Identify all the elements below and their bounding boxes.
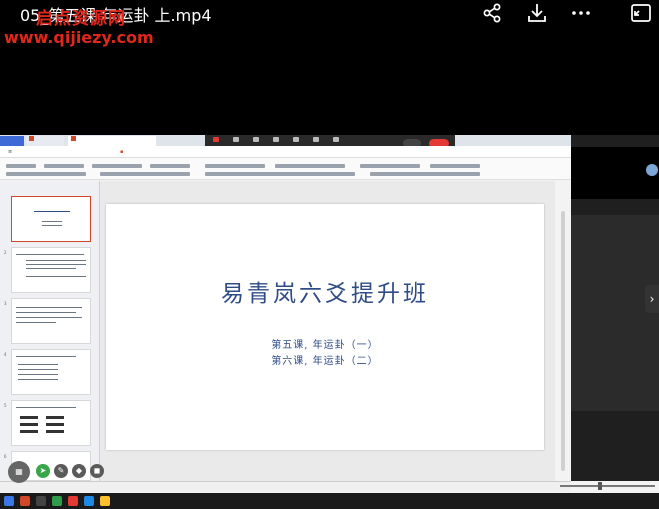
chat-panel: [571, 215, 659, 411]
app-icon[interactable]: [100, 496, 110, 506]
ribbon-group[interactable]: [205, 164, 265, 168]
chat-button[interactable]: [287, 137, 305, 143]
slide-thumbnail-5[interactable]: [11, 400, 91, 446]
slide-thumbnail-2[interactable]: [11, 247, 91, 293]
tab-home[interactable]: [0, 136, 24, 146]
windows-taskbar: [0, 493, 659, 509]
ribbon-group[interactable]: [92, 164, 142, 168]
more-apps-button[interactable]: [327, 137, 345, 143]
app-icon[interactable]: [20, 496, 30, 506]
start-icon[interactable]: [4, 496, 14, 506]
ribbon-group[interactable]: [275, 164, 345, 168]
exit-fullscreen-icon[interactable]: [630, 2, 652, 24]
pointer-icon[interactable]: ➤: [36, 464, 50, 478]
slide-editing-canvas: 易青岚六爻提升班 第五课, 年运卦（一） 第六课, 年运卦（二）: [100, 181, 555, 481]
pen-icon[interactable]: ✎: [54, 464, 68, 478]
ribbon-group[interactable]: [360, 164, 420, 168]
zoom-slider[interactable]: [560, 485, 655, 487]
slide-thumbnail-3[interactable]: [11, 298, 91, 344]
app-icon[interactable]: [84, 496, 94, 506]
eraser-icon[interactable]: ◼: [90, 464, 104, 478]
zoom-slider-knob[interactable]: [598, 482, 602, 490]
slide-number-5: 5: [4, 403, 7, 408]
ribbon-tab[interactable]: ≡: [8, 149, 12, 155]
avatar: [646, 164, 658, 176]
participants-button[interactable]: [267, 137, 285, 143]
ribbon-group[interactable]: [100, 172, 190, 176]
mute-button[interactable]: [207, 137, 225, 143]
status-bar: [0, 481, 571, 493]
slide-subtitle-line-1: 第五课, 年运卦（一）: [271, 340, 379, 351]
people-icon: [273, 137, 279, 142]
ribbon-toolbar: [0, 158, 571, 180]
slide-thumbnail-4[interactable]: [11, 349, 91, 395]
ppt-icon: [71, 136, 76, 141]
collapse-panel-arrow-icon[interactable]: ›: [645, 285, 659, 313]
current-slide[interactable]: 易青岚六爻提升班 第五课, 年运卦（一） 第六课, 年运卦（二）: [106, 204, 544, 450]
app-icon[interactable]: [36, 496, 46, 506]
ribbon-group[interactable]: [370, 172, 480, 176]
screen-share-button[interactable]: [247, 137, 265, 143]
highlighter-icon[interactable]: ◆: [72, 464, 86, 478]
ribbon-group[interactable]: [430, 164, 480, 168]
ribbon-group[interactable]: [6, 172, 86, 176]
share-icon[interactable]: [481, 2, 503, 24]
floating-menu-icon[interactable]: ▦: [8, 461, 30, 483]
ribbon-group[interactable]: [205, 172, 355, 176]
chat-icon: [293, 137, 299, 142]
vertical-scrollbar[interactable]: [555, 181, 571, 481]
slide-subtitle-line-2: 第六课, 年运卦（二）: [271, 356, 379, 367]
slide-thumbnail-panel: 2 3 4 5 6: [0, 181, 100, 481]
camera-icon: [233, 137, 239, 142]
ribbon-tab-active[interactable]: ▪: [120, 149, 123, 155]
ribbon-group[interactable]: [44, 164, 84, 168]
microphone-icon: [213, 137, 219, 142]
slide-number-3: 3: [4, 301, 7, 306]
ribbon-group[interactable]: [150, 164, 190, 168]
slide-number-4: 4: [4, 352, 7, 357]
app-icon[interactable]: [68, 496, 78, 506]
ribbon-group[interactable]: [6, 164, 36, 168]
record-button[interactable]: [307, 137, 325, 143]
more-icon[interactable]: [570, 2, 592, 24]
download-icon[interactable]: [526, 2, 548, 24]
record-icon: [313, 137, 319, 142]
app-icon[interactable]: [52, 496, 62, 506]
slide-number-6: 6: [4, 454, 7, 459]
camera-preview: [571, 147, 659, 199]
video-button[interactable]: [227, 137, 245, 143]
slide-number-2: 2: [4, 250, 7, 255]
screen-icon: [253, 137, 259, 142]
slide-thumbnail-1[interactable]: [11, 196, 91, 242]
screen-recording-frame: ≡ ▪ 2 3 4 5 6 易青岚六爻提升班 第五课, 年运卦（一） 第六课, …: [0, 135, 659, 509]
tab-presentation[interactable]: [68, 136, 156, 146]
slide-title: 易青岚六爻提升班: [221, 281, 429, 307]
ribbon-menu: ≡ ▪: [0, 146, 571, 158]
scrollbar-thumb[interactable]: [561, 211, 565, 471]
watermark-site-name: 启点资源网: [36, 9, 126, 29]
video-player-top-bar: 05_第五课 年运卦 上.mp4 启点资源网 www.qijiezy.com: [0, 0, 659, 47]
watermark-url: www.qijiezy.com: [4, 28, 154, 47]
plus-icon: [333, 137, 339, 142]
wps-icon: [29, 136, 34, 141]
tab-file-1[interactable]: [26, 136, 64, 146]
